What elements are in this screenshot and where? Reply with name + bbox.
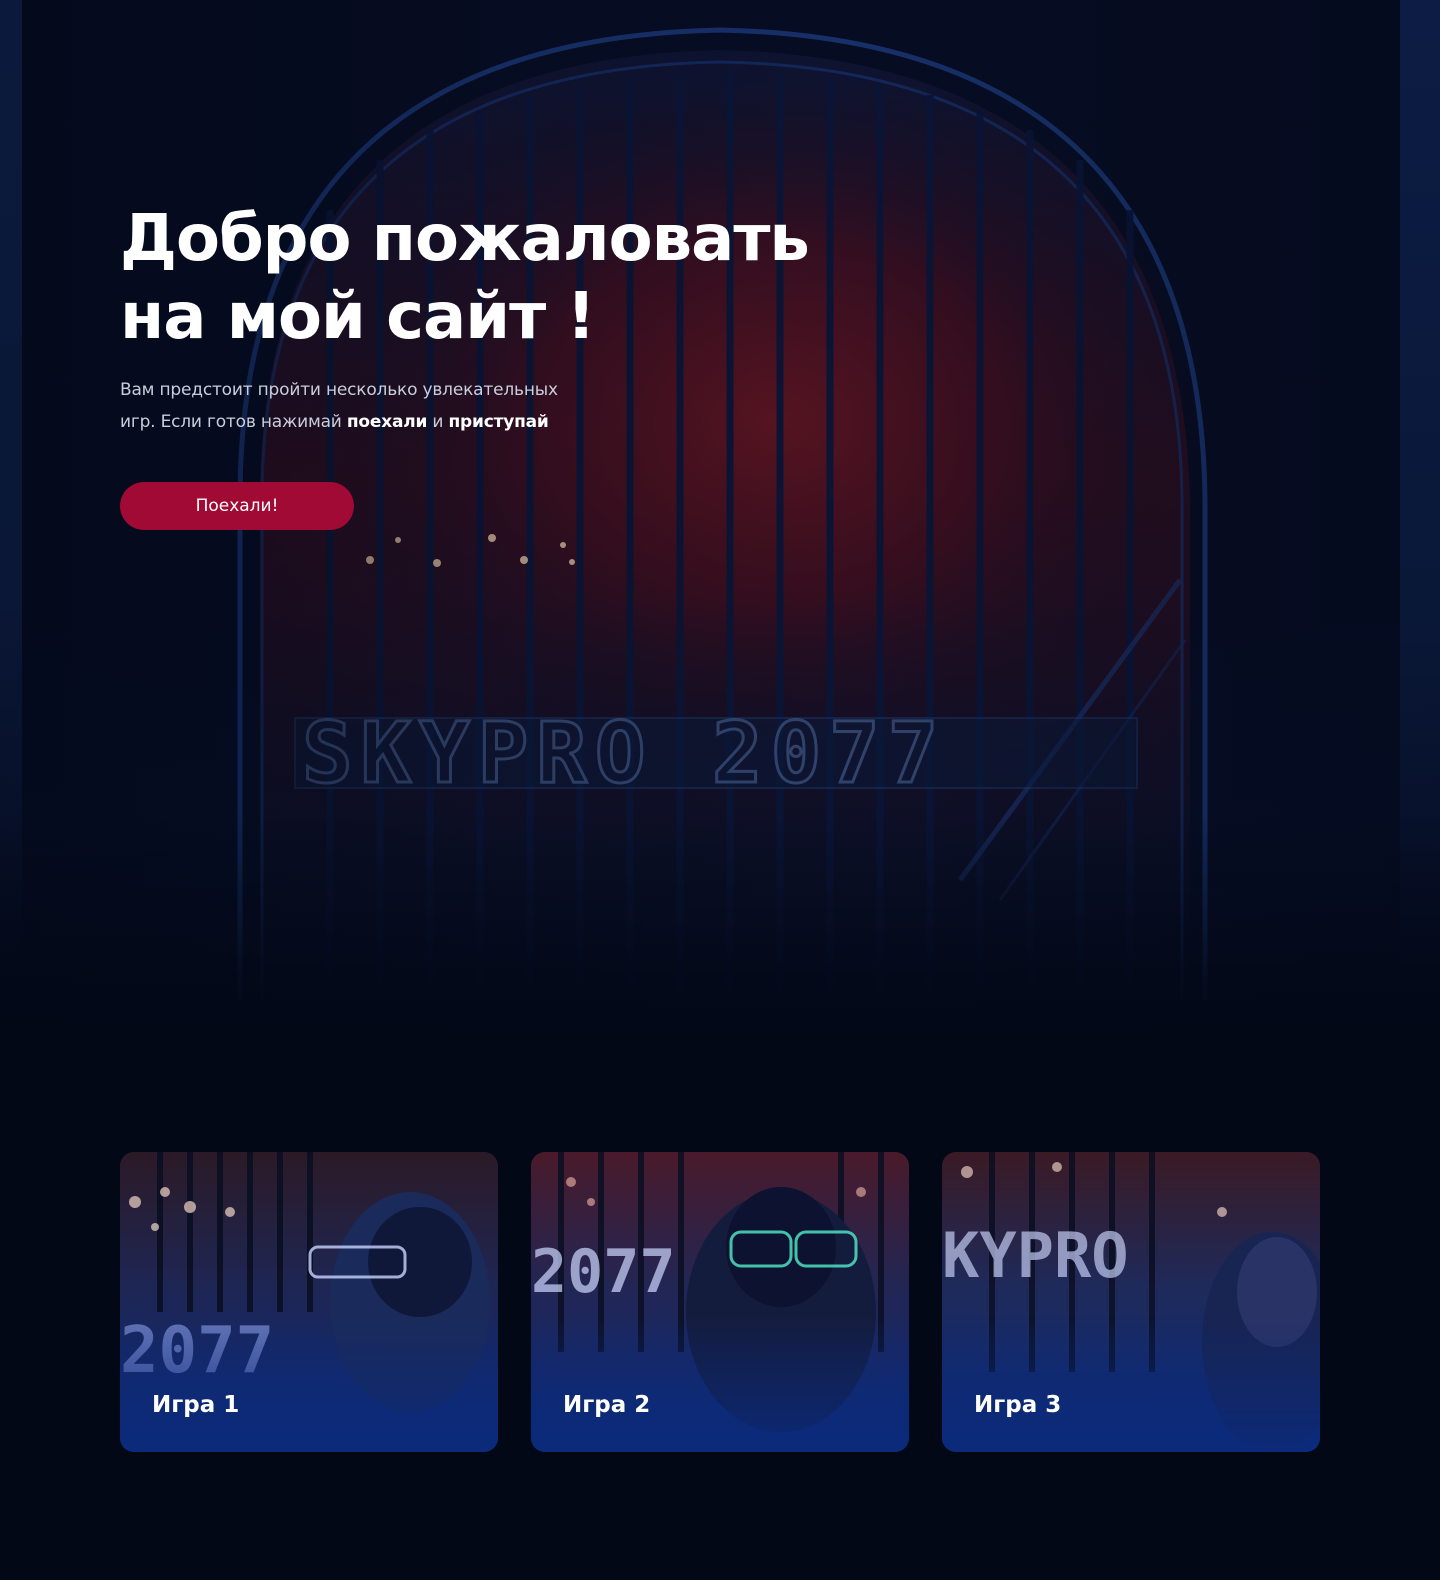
hero-text-bold-go: поехали: [346, 412, 428, 432]
hero-title: Добро пожаловать на мой сайт !: [120, 200, 880, 356]
game-card-3[interactable]: KYPRO Игра 3: [942, 1152, 1320, 1452]
start-button[interactable]: Поехали!: [120, 482, 354, 530]
game-card-2[interactable]: 2077 Игра 2: [531, 1152, 909, 1452]
hero-text-and: и: [427, 412, 449, 432]
game-card-1-label: Игра 1: [152, 1392, 240, 1418]
hero-text-line1: Вам предстоит пройти несколько увлекател…: [120, 380, 558, 400]
hero-text-bold-start: приступай: [448, 412, 549, 432]
hero-description: Вам предстоит пройти несколько увлекател…: [120, 374, 600, 438]
game-card-2-label: Игра 2: [563, 1392, 651, 1418]
hero-title-line2: на мой сайт !: [120, 280, 596, 354]
game-card-3-label: Игра 3: [974, 1392, 1062, 1418]
hero-title-line1: Добро пожаловать: [120, 202, 810, 276]
hero-section: SKYPRO 2077 Добро пожаловать на мой сайт…: [0, 0, 1440, 1040]
games-section: 2077 Игра 1: [120, 1152, 1320, 1452]
game-card-1[interactable]: 2077 Игра 1: [120, 1152, 498, 1452]
hero-text-line2-prefix: игр. Если готов нажимай: [120, 412, 347, 432]
